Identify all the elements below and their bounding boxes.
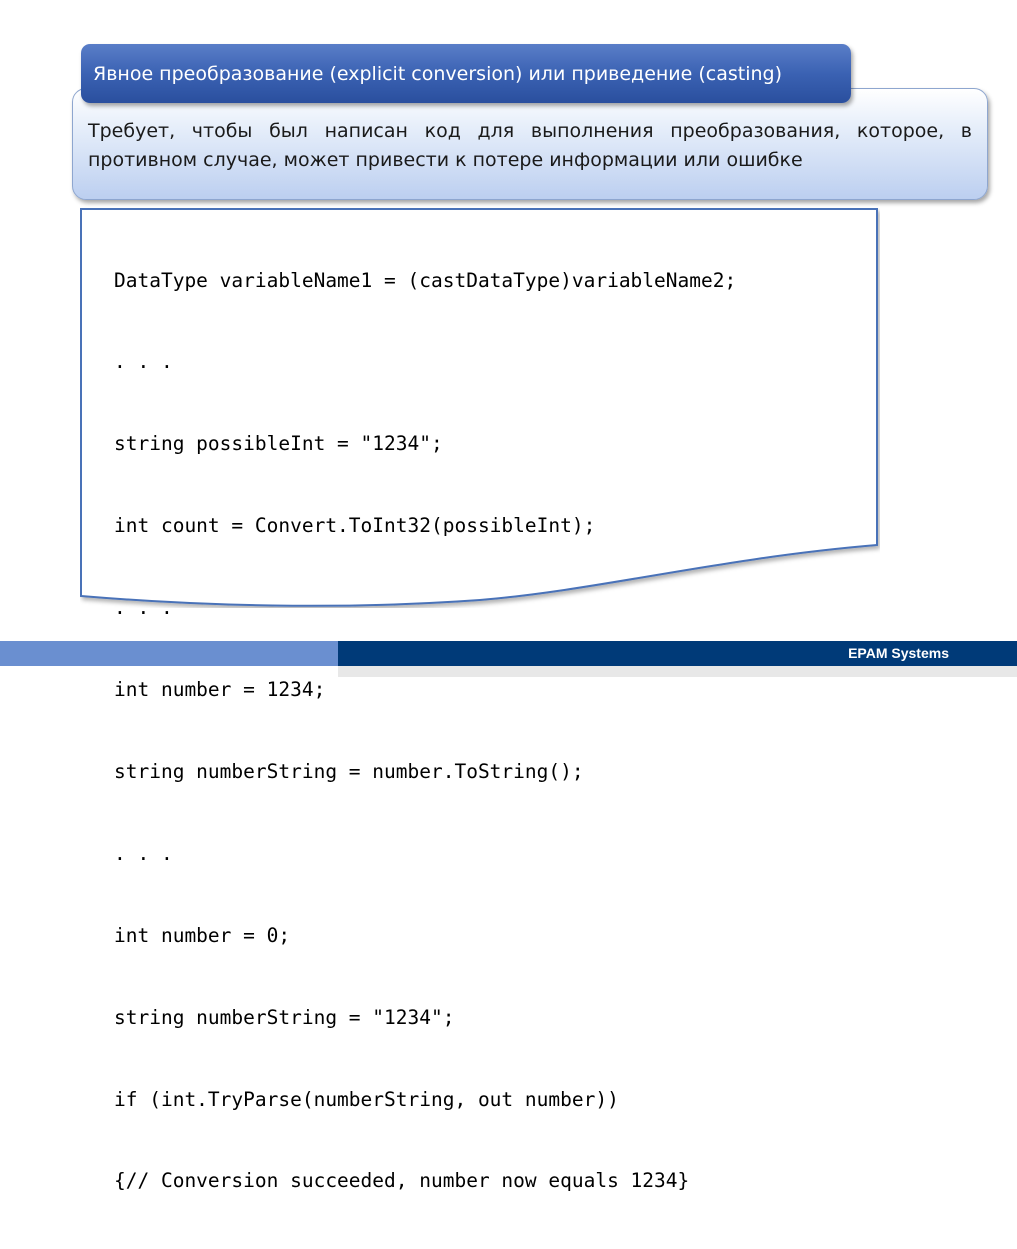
- code-line: string numberString = number.ToString();: [114, 759, 584, 783]
- code-block: DataType variableName1 = (castDataType)v…: [80, 208, 880, 1192]
- code-line: string possibleInt = "1234";: [114, 432, 443, 456]
- code-line: if (int.TryParse(numberString, out numbe…: [114, 1087, 619, 1111]
- code-line: int number = 1234;: [114, 678, 326, 702]
- code-line: int number = 0;: [114, 923, 291, 947]
- code-line: int count = Convert.ToInt32(possibleInt)…: [114, 514, 596, 538]
- description-text: Требует, чтобы был написан код для выпол…: [88, 120, 972, 171]
- slide-title: Явное преобразование (explicit conversio…: [93, 62, 783, 85]
- code-line: . . .: [114, 841, 173, 865]
- footer-bar-accent: [0, 641, 338, 666]
- title-banner: Явное преобразование (explicit conversio…: [81, 44, 851, 103]
- code-line: . . .: [114, 350, 173, 374]
- footer-brand: EPAM Systems: [848, 645, 949, 661]
- code-line: . . .: [114, 596, 173, 620]
- code-listing: DataType variableName1 = (castDataType)v…: [114, 212, 736, 1249]
- code-line: DataType variableName1 = (castDataType)v…: [114, 268, 737, 292]
- code-line: {// Conversion succeeded, number now equ…: [114, 1169, 690, 1193]
- code-line: string numberString = "1234";: [114, 1005, 455, 1029]
- footer-shadow: [338, 666, 1017, 677]
